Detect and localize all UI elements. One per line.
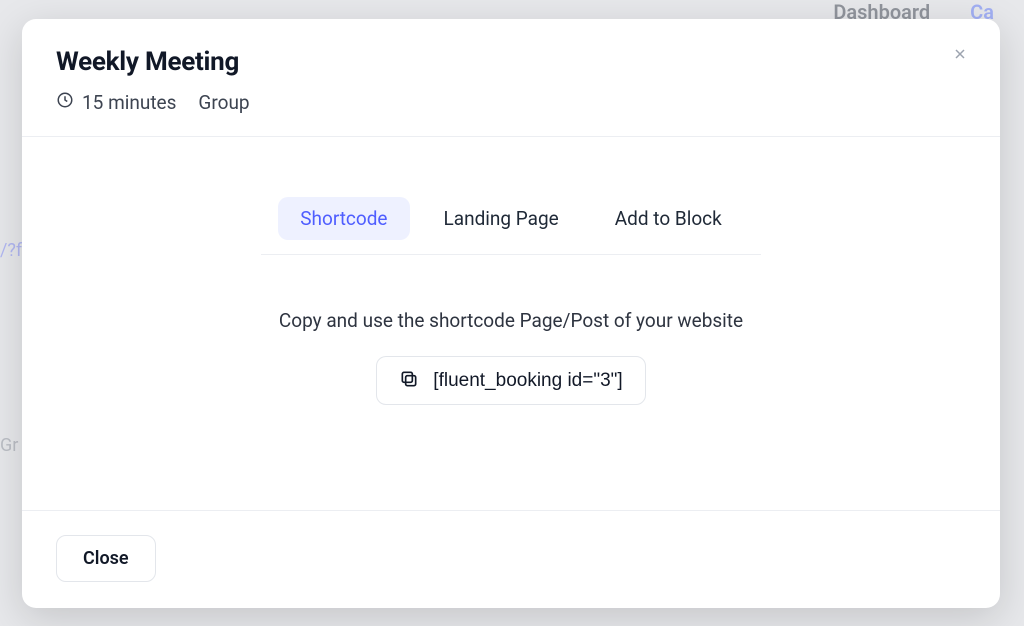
- tab-shortcode[interactable]: Shortcode: [278, 197, 409, 240]
- tabs-container: Shortcode Landing Page Add to Block: [261, 177, 761, 255]
- close-icon-button[interactable]: [946, 41, 974, 69]
- modal-footer: Close: [22, 510, 1000, 608]
- copy-icon: [399, 369, 419, 392]
- duration-text: 15 minutes: [82, 91, 176, 114]
- tabs: Shortcode Landing Page Add to Block: [278, 177, 744, 254]
- meta-row: 15 minutes Group: [56, 91, 962, 114]
- nav-dashboard: Dashboard: [833, 0, 930, 20]
- share-modal: Weekly Meeting 15 minutes Group Shortcod…: [22, 19, 1000, 608]
- duration: 15 minutes: [56, 91, 176, 114]
- modal-body: Shortcode Landing Page Add to Block Copy…: [22, 137, 1000, 510]
- instruction-text: Copy and use the shortcode Page/Post of …: [279, 309, 743, 332]
- modal-header: Weekly Meeting 15 minutes Group: [22, 19, 1000, 137]
- backdrop-nav: Dashboard Ca: [833, 0, 1024, 20]
- tab-landing-page[interactable]: Landing Page: [422, 197, 581, 240]
- backdrop-text-fragment: Gr: [0, 435, 18, 456]
- shortcode-value: [fluent_booking id="3"]: [433, 370, 622, 392]
- modal-title: Weekly Meeting: [56, 47, 962, 77]
- nav-calendar-fragment: Ca: [970, 0, 994, 20]
- event-type: Group: [198, 91, 249, 114]
- tab-add-to-block[interactable]: Add to Block: [593, 197, 744, 240]
- close-icon: [952, 46, 968, 65]
- close-button[interactable]: Close: [56, 535, 156, 582]
- copy-shortcode-button[interactable]: [fluent_booking id="3"]: [376, 356, 645, 405]
- clock-icon: [56, 91, 74, 114]
